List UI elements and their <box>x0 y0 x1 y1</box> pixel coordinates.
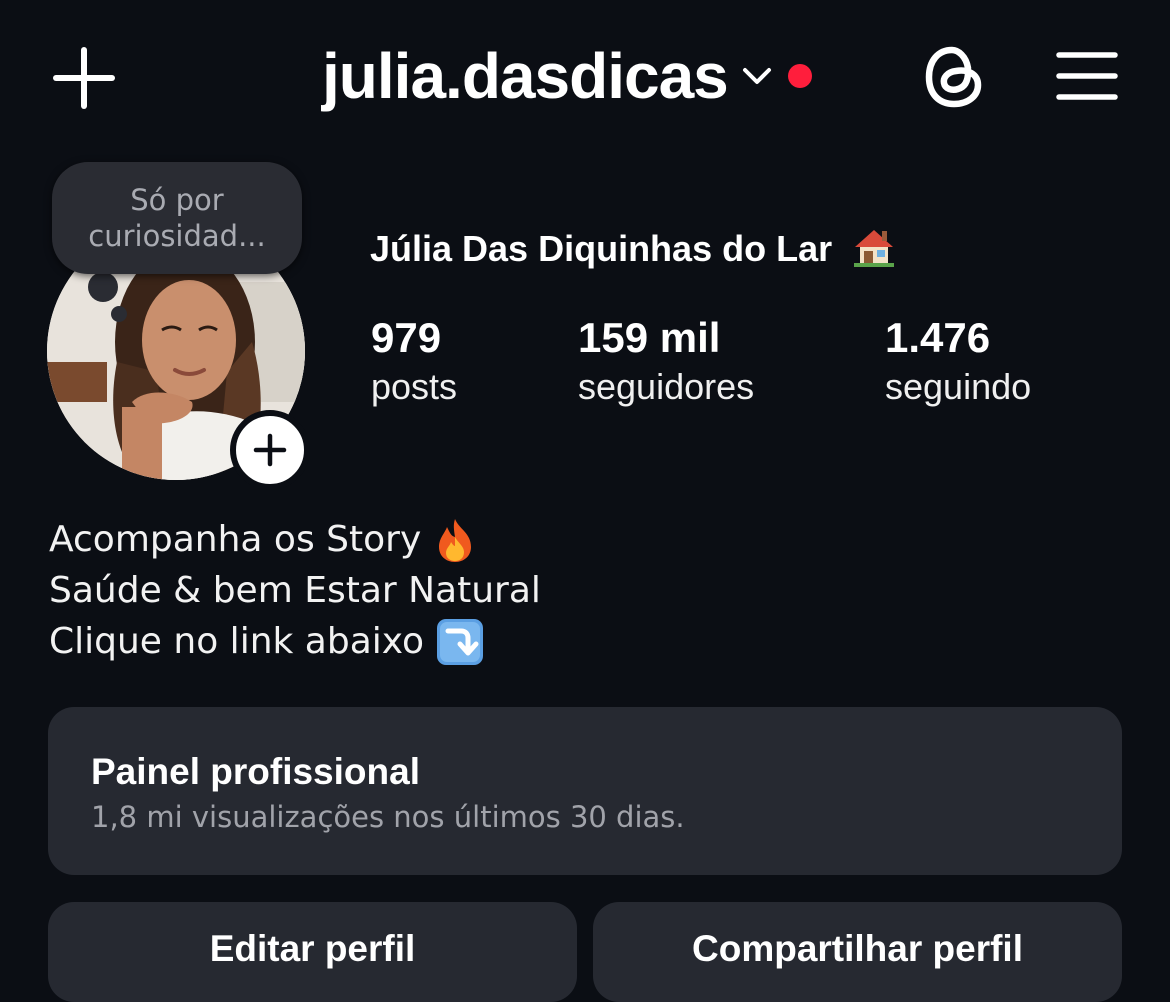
bio-text: Acompanha os Story <box>49 519 422 560</box>
fire-emoji-icon <box>439 518 472 562</box>
bio-line: Acompanha os Story <box>49 514 541 565</box>
bio-text: Saúde & bem Estar Natural <box>49 570 541 611</box>
bio-line: Clique no link abaixo <box>49 616 541 667</box>
stat-label: seguindo <box>885 366 1032 407</box>
house-emoji-icon <box>854 230 895 268</box>
note-bubble-tail-small <box>111 306 127 322</box>
stat-value: 159 mil <box>578 314 721 361</box>
plus-icon[interactable] <box>50 44 118 112</box>
threads-icon[interactable] <box>922 42 986 112</box>
bio: Acompanha os Story Saúde & bem Estar Nat… <box>49 514 541 667</box>
stat-label: seguidores <box>578 366 755 407</box>
share-profile-button[interactable]: Compartilhar perfil <box>593 902 1122 1002</box>
professional-dashboard-title: Painel profissional <box>91 751 420 792</box>
account-switcher[interactable]: julia.dasdicas <box>322 36 812 116</box>
plus-icon <box>253 433 287 467</box>
stat-label: posts <box>371 366 458 407</box>
add-story-button[interactable] <box>230 410 310 490</box>
professional-dashboard-card[interactable]: Painel profissional 1,8 mi visualizações… <box>48 707 1122 875</box>
note-text: Só por curiosidad... <box>88 183 266 253</box>
professional-dashboard-subtitle: 1,8 mi visualizações nos últimos 30 dias… <box>91 800 685 834</box>
stat-value: 1.476 <box>885 314 991 361</box>
note-bubble[interactable]: Só por curiosidad... <box>52 162 302 274</box>
arrow-down-right-emoji-icon <box>437 618 483 665</box>
bio-line: Saúde & bem Estar Natural <box>49 565 541 616</box>
edit-profile-button[interactable]: Editar perfil <box>48 902 577 1002</box>
username: julia.dasdicas <box>322 40 729 112</box>
stat-followers[interactable]: 159 mil seguidores <box>578 312 754 410</box>
bio-text: Clique no link abaixo <box>49 621 424 662</box>
chevron-down-icon <box>742 68 771 84</box>
profile-header: julia.dasdicas <box>0 0 1170 150</box>
stat-posts[interactable]: 979 posts <box>371 312 457 410</box>
note-bubble-tail <box>88 272 118 302</box>
stat-following[interactable]: 1.476 seguindo <box>885 312 1031 410</box>
display-name: Júlia Das Diquinhas do Lar <box>370 228 896 270</box>
stat-value: 979 <box>371 314 442 361</box>
display-name-text: Júlia Das Diquinhas do Lar <box>370 228 833 269</box>
hamburger-menu-icon[interactable] <box>1056 50 1118 102</box>
notification-dot <box>787 64 812 88</box>
